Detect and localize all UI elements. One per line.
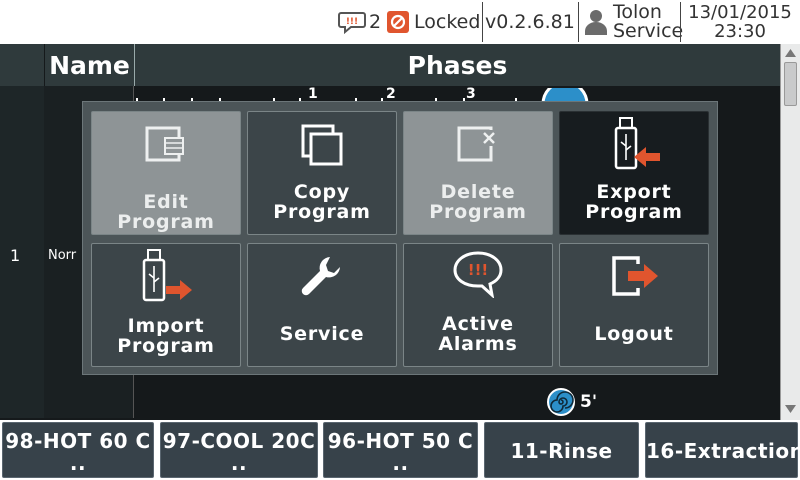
delete-program-button[interactable]: Delete Program bbox=[403, 111, 553, 235]
phase-tick-label: 1 bbox=[308, 86, 318, 102]
alarm-count: 2 bbox=[369, 11, 382, 33]
edit-program-button[interactable]: Edit Program bbox=[91, 111, 241, 235]
alarm-indicator[interactable]: !!! 2 bbox=[338, 0, 381, 44]
lock-status: Locked bbox=[414, 11, 481, 33]
lock-forbidden-icon bbox=[387, 11, 409, 33]
scroll-thumb[interactable] bbox=[784, 62, 797, 106]
user-role: Service bbox=[613, 20, 684, 42]
usb-export-icon bbox=[614, 117, 660, 170]
program-button-97[interactable]: 97-COOL 20C .. bbox=[160, 422, 318, 478]
alarm-bubble-icon: !!! bbox=[453, 251, 503, 298]
scroll-down-icon[interactable] bbox=[783, 402, 798, 416]
spin-icon bbox=[547, 388, 575, 416]
delete-program-icon bbox=[457, 126, 497, 162]
program-button-16[interactable]: 16-Extraction bbox=[645, 422, 800, 478]
logout-button[interactable]: Logout bbox=[559, 243, 709, 367]
program-button-98[interactable]: 98-HOT 60 C .. bbox=[2, 422, 154, 478]
import-program-button[interactable]: Import Program bbox=[91, 243, 241, 367]
user-icon bbox=[585, 10, 607, 35]
user-info[interactable]: Tolon Service bbox=[583, 0, 683, 44]
header-phases[interactable]: Phases bbox=[135, 44, 780, 86]
lock-indicator[interactable]: Locked bbox=[387, 0, 480, 44]
wrench-icon bbox=[301, 257, 340, 296]
logout-icon bbox=[612, 256, 658, 296]
copy-program-button[interactable]: Copy Program bbox=[247, 111, 397, 235]
separator bbox=[482, 2, 483, 42]
svg-text:!!!: !!! bbox=[346, 17, 358, 27]
copy-program-icon bbox=[301, 124, 343, 166]
spin-duration: 5' bbox=[580, 392, 598, 412]
datetime: 13/01/2015 23:30 bbox=[683, 0, 797, 44]
separator bbox=[578, 2, 579, 42]
number-column bbox=[0, 86, 44, 418]
header-number bbox=[0, 44, 44, 86]
row-number: 1 bbox=[10, 246, 21, 265]
scrollbar[interactable] bbox=[780, 44, 800, 420]
phase-tick-label: 3 bbox=[466, 86, 476, 102]
date-label: 13/01/2015 bbox=[688, 2, 792, 23]
row-program-name[interactable]: Norr bbox=[48, 248, 76, 263]
service-button[interactable]: Service bbox=[247, 243, 397, 367]
program-button-11[interactable]: 11-Rinse bbox=[484, 422, 639, 478]
header-name[interactable]: Name bbox=[45, 44, 134, 86]
time-label: 23:30 bbox=[714, 21, 766, 42]
alarm-bubble-icon: !!! bbox=[338, 12, 366, 34]
separator bbox=[680, 2, 681, 42]
svg-text:!!!: !!! bbox=[468, 261, 489, 279]
main-menu-popup: Edit Program Copy Program Delete Program bbox=[82, 101, 718, 375]
export-program-button[interactable]: Export Program bbox=[559, 111, 709, 235]
status-bar: !!! 2 Locked v0.2.6.81 Tolon Service 13/… bbox=[0, 0, 800, 44]
edit-program-icon bbox=[145, 126, 184, 162]
scroll-up-icon[interactable] bbox=[783, 46, 798, 60]
program-button-96[interactable]: 96-HOT 50 C .. bbox=[323, 422, 478, 478]
phase-tick-label: 2 bbox=[386, 86, 396, 102]
active-alarms-button[interactable]: !!! Active Alarms bbox=[403, 243, 553, 367]
version-label: v0.2.6.81 bbox=[485, 11, 575, 33]
usb-import-icon bbox=[142, 249, 192, 302]
